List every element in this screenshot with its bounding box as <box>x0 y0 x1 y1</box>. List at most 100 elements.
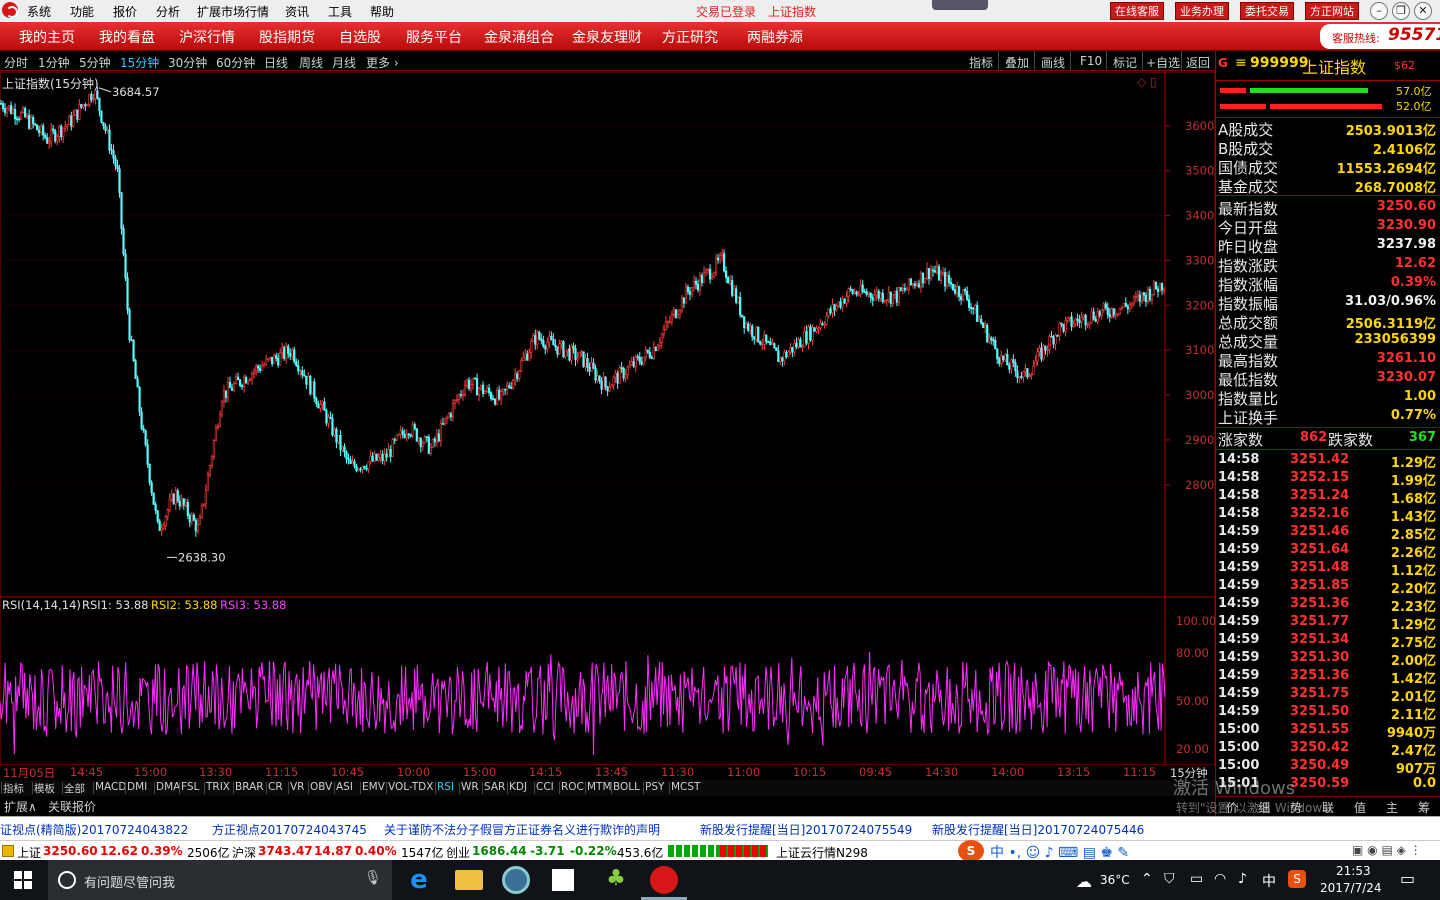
website-button[interactable]: 方正网站 <box>1305 2 1359 20</box>
panel-tab[interactable]: 主 <box>1386 799 1398 816</box>
nav-service-platform[interactable]: 服务平台 <box>406 27 462 47</box>
menu-help[interactable]: 帮助 <box>370 3 394 20</box>
nav-home[interactable]: 我的主页 <box>19 27 75 47</box>
rsi-panel[interactable]: 20.00 50.00 80.00 100.00 RSI(14,14,14) RSI1… <box>0 596 1216 766</box>
menu-function[interactable]: 功能 <box>70 3 94 20</box>
restore-icon[interactable]: ❐ <box>1392 2 1410 20</box>
sogou-tray-icon[interactable]: S <box>1288 870 1306 888</box>
ime-indicator[interactable]: 中 <box>1262 871 1276 891</box>
indicator-tab-fsl[interactable]: FSL <box>181 781 199 793</box>
panel-tab[interactable]: 联 <box>1322 799 1334 816</box>
tool-overlay[interactable]: 叠加 <box>1005 54 1029 71</box>
nav-watchlist[interactable]: 自选股 <box>339 27 381 47</box>
nav-research[interactable]: 方正研究 <box>662 27 718 47</box>
online-service-button[interactable]: 在线客服 <box>1110 2 1164 20</box>
panel-tab[interactable]: 筹 <box>1418 799 1430 816</box>
founder-app-icon[interactable] <box>650 866 678 894</box>
menu-quote[interactable]: 报价 <box>113 3 137 20</box>
menu-news[interactable]: 资讯 <box>285 3 309 20</box>
indicator-tab-vr[interactable]: VR <box>290 781 304 793</box>
tool-draw[interactable]: 画线 <box>1041 54 1065 71</box>
period-weekly[interactable]: 周线 <box>299 54 323 71</box>
period-1min[interactable]: 1分钟 <box>38 54 70 71</box>
indicator-tab-brar[interactable]: BRAR <box>235 781 264 793</box>
indicator-tab-全部[interactable]: 全部 <box>64 781 85 796</box>
indicator-tab-mcst[interactable]: MCST <box>671 781 700 793</box>
period-30min[interactable]: 30分钟 <box>168 54 207 71</box>
period-60min[interactable]: 60分钟 <box>216 54 255 71</box>
nav-portfolio[interactable]: 金泉涌组合 <box>484 27 554 47</box>
tray-expand-icon[interactable]: ⌃ <box>1141 871 1153 887</box>
indicator-tab-boll[interactable]: BOLL <box>613 781 640 793</box>
defender-icon[interactable]: ⛉ <box>1164 871 1175 887</box>
volume-icon[interactable]: ♪ <box>1238 871 1247 887</box>
indicator-tab-macd[interactable]: MACD <box>95 781 126 793</box>
period-5min[interactable]: 5分钟 <box>79 54 111 71</box>
indicator-tab-wr[interactable]: WR <box>461 781 479 793</box>
network-icon[interactable]: ▭ <box>1190 871 1203 887</box>
tool-back[interactable]: 返回 <box>1186 54 1210 71</box>
business-button[interactable]: 业务办理 <box>1175 2 1229 20</box>
edge-browser-icon[interactable]: e <box>405 866 433 894</box>
wifi-icon[interactable]: ◠ <box>1214 871 1226 887</box>
clock-date[interactable]: 2017/7/24 <box>1320 881 1382 895</box>
menu-tools[interactable]: 工具 <box>328 3 352 20</box>
sogou-ime-icon[interactable]: S <box>958 840 984 862</box>
indicator-tab-kdj[interactable]: KDJ <box>509 781 527 793</box>
tool-f10[interactable]: F10 <box>1080 54 1102 68</box>
close-icon[interactable]: ✕ <box>1414 2 1432 20</box>
indicator-tab-obv[interactable]: OBV <box>310 781 332 793</box>
period-more[interactable]: 更多 › <box>366 54 399 71</box>
period-monthly[interactable]: 月线 <box>332 54 356 71</box>
tool-add-watch[interactable]: +自选 <box>1146 54 1180 71</box>
notification-icon[interactable]: ▭ <box>1400 869 1415 888</box>
linked-quote-button[interactable]: 关联报价 <box>48 798 96 815</box>
indicator-tab-mtm[interactable]: MTM <box>587 781 612 793</box>
nav-my-watch[interactable]: 我的看盘 <box>99 27 155 47</box>
news-item[interactable]: 证视点(精简版)20170724043822 <box>0 821 188 838</box>
period-timeshare[interactable]: 分时 <box>4 54 28 71</box>
kline-svg[interactable]: 2800 2900 3000 3100 3200 3300 3400 3500 3600 3684… <box>0 71 1216 598</box>
entrust-trade-button[interactable]: 委托交易 <box>1240 2 1294 20</box>
rsi-svg[interactable]: 20.00 50.00 80.00 100.00 <box>0 596 1216 766</box>
indicator-tab-模板[interactable]: 模板 <box>34 781 55 796</box>
nav-margin[interactable]: 两融券源 <box>747 27 803 47</box>
menu-lines-icon[interactable]: ≡ <box>1235 55 1247 71</box>
clock-time[interactable]: 21:53 <box>1336 864 1371 878</box>
nav-index-futures[interactable]: 股指期货 <box>259 27 315 47</box>
panel-tab[interactable]: 值 <box>1354 799 1366 816</box>
indicator-tab-cci[interactable]: CCI <box>536 781 554 793</box>
indicator-tab-dmi[interactable]: DMI <box>127 781 147 793</box>
kline-chart[interactable]: 2800 2900 3000 3100 3200 3300 3400 3500 3600 3684… <box>0 71 1216 598</box>
nav-wealth[interactable]: 金泉友理财 <box>572 27 642 47</box>
windows-start-icon[interactable] <box>14 871 32 889</box>
network-app-icon[interactable]: ♣ <box>602 866 630 894</box>
indicator-tab-cr[interactable]: CR <box>268 781 283 793</box>
menu-extended-market[interactable]: 扩展市场行情 <box>197 3 269 20</box>
ie-icon[interactable] <box>502 866 530 894</box>
indicator-tab-sar[interactable]: SAR <box>484 781 505 793</box>
menu-system[interactable]: 系统 <box>27 3 51 20</box>
chart-option-icons[interactable]: ◇ ▯ <box>1137 75 1157 89</box>
indicator-tab-dma[interactable]: DMA <box>156 781 180 793</box>
indicator-tab-psy[interactable]: PSY <box>645 781 664 793</box>
news-item[interactable]: 方正视点20170724043745 <box>212 821 367 838</box>
news-item[interactable]: 新股发行提醒[当日]20170724075446 <box>932 821 1144 838</box>
cortana-search[interactable]: 有问题尽管问我 🎙 <box>48 860 392 900</box>
indicator-tab-trix[interactable]: TRIX <box>206 781 230 793</box>
file-explorer-icon[interactable] <box>455 870 483 890</box>
cloud-quote[interactable]: 上证云行情N298 <box>776 844 868 861</box>
store-icon[interactable] <box>552 869 574 891</box>
nav-hs-market[interactable]: 沪深行情 <box>179 27 235 47</box>
indicator-tab-roc[interactable]: ROC <box>561 781 584 793</box>
microphone-icon[interactable]: 🎙 <box>364 870 382 886</box>
panel-tab[interactable]: 价 <box>1226 799 1238 816</box>
ime-toolbar-icons[interactable]: 中 •, ☺ ♪ ⌨ ▤ ♚ ✎ <box>990 842 1129 862</box>
minimize-icon[interactable]: – <box>1370 2 1388 20</box>
tool-indicator[interactable]: 指标 <box>969 54 993 71</box>
expand-button[interactable]: 扩展∧ <box>4 798 37 815</box>
panel-tab[interactable]: 势 <box>1290 799 1302 816</box>
indicator-tab-rsi[interactable]: RSI <box>437 781 454 793</box>
period-15min[interactable]: 15分钟 <box>120 54 159 71</box>
mini-toolbar-handle[interactable] <box>932 0 988 10</box>
